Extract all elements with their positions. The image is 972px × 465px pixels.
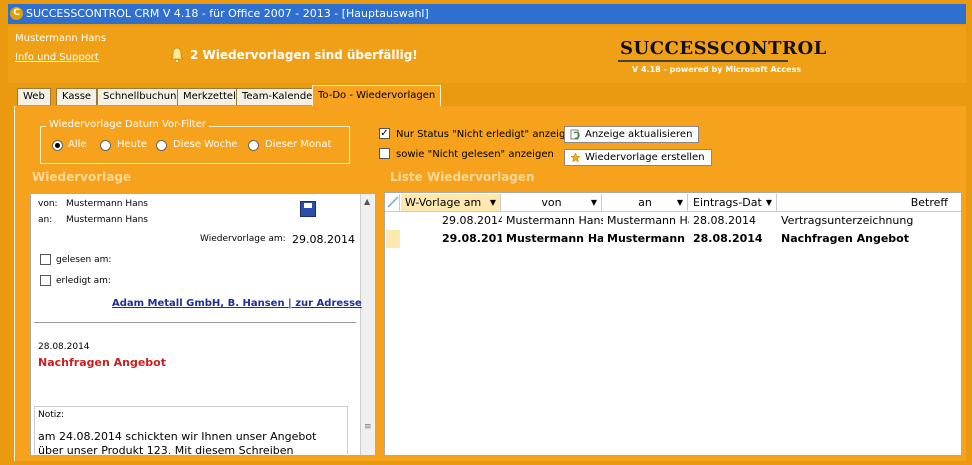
radio-diese-woche-label: Diese Woche (173, 139, 238, 150)
radio-diese-woche[interactable] (156, 140, 167, 151)
create-followup-button[interactable]: Wiedervorlage erstellen (564, 149, 712, 166)
radio-heute-label: Heute (117, 139, 148, 150)
row-from: Mustermann Hans (506, 232, 603, 245)
note-label: Notiz: (38, 410, 65, 420)
read-checkbox[interactable] (40, 254, 51, 265)
entry-date: 28.08.2014 (38, 342, 90, 352)
scroll-up-arrow[interactable]: ▲ (364, 197, 370, 206)
row-date: 29.08.2014 (442, 232, 502, 245)
col-an-label: an (638, 196, 652, 209)
unread-checkbox[interactable] (379, 148, 390, 159)
radio-dieser-monat-label: Dieser Monat (265, 139, 332, 150)
row-subject: Vertragsunterzeichnung (781, 214, 914, 227)
date-filter-legend: Wiedervorlage Datum Vor-Filter (46, 119, 209, 130)
followup-date-value: 29.08.2014 (292, 233, 355, 246)
window-title: SUCCESSCONTROL CRM V 4.18 - für Office 2… (26, 7, 429, 20)
app-icon: C (10, 7, 23, 20)
not-done-checkbox[interactable]: ✓ (379, 128, 390, 139)
tab-team-kalender[interactable]: Team-Kalender (236, 88, 323, 105)
to-label: an: (38, 215, 53, 225)
company-address-link[interactable]: Adam Metall GmbH, B. Hansen | zur Adress… (112, 298, 362, 309)
detail-divider (34, 322, 356, 323)
refresh-button-label: Anzeige aktualisieren (585, 129, 693, 140)
row-entry-date: 28.08.2014 (693, 214, 756, 227)
info-support-link[interactable]: Info und Support (15, 52, 99, 63)
table-row[interactable]: 29.08.2014 Mustermann Hans Mustermann Ha… (386, 212, 960, 230)
window-title-bar: SUCCESSCONTROL CRM V 4.18 - für Office 2… (8, 4, 966, 24)
col-eintrags-dat-label: Eintrags-Dat (693, 196, 762, 209)
radio-alle-label: Alle (68, 139, 87, 150)
tab-kasse[interactable]: Kasse (56, 88, 98, 105)
radio-alle[interactable] (52, 140, 63, 151)
tab-merkzettel[interactable]: Merkzettel (177, 88, 242, 105)
detail-scrollbar[interactable]: ▲ ≡ (360, 194, 375, 455)
from-label: von: (38, 199, 58, 209)
radio-heute[interactable] (100, 140, 111, 151)
tab-todo-wiedervorlagen[interactable]: To-Do - Wiedervorlagen (312, 85, 442, 106)
to-value: Mustermann Hans (66, 215, 148, 225)
col-eintrags-dat[interactable]: Eintrags-Dat ▼ (689, 194, 777, 211)
dropdown-arrow-icon: ▼ (765, 198, 772, 207)
row-from: Mustermann Hans (506, 214, 603, 227)
row-to: Mustermann Hans (607, 232, 689, 245)
version-label: V 4.18 - powered by Microsoft Access (632, 65, 802, 74)
bell-icon (170, 47, 184, 63)
tab-web[interactable]: Web (17, 88, 51, 105)
refresh-icon (570, 129, 580, 140)
dropdown-arrow-icon: ▼ (676, 198, 683, 207)
done-checkbox[interactable] (40, 275, 51, 286)
table-row[interactable]: 29.08.2014 Mustermann Hans Mustermann Ha… (386, 230, 960, 248)
detail-subject: Nachfragen Angebot (38, 356, 166, 369)
read-label: gelesen am: (56, 255, 112, 265)
successcontrol-logo: SUCCESSCONTROL (620, 38, 827, 59)
note-body-line-2: über unser Produkt 123. Mit diesem Schre… (38, 444, 294, 457)
not-done-label: Nur Status "Nicht erledigt" anzeigen (396, 129, 578, 140)
list-section-title: Liste Wiedervorlagen (390, 170, 535, 184)
col-an[interactable]: an ▼ (603, 194, 688, 211)
row-subject: Nachfragen Angebot (781, 232, 909, 245)
col-wvorlage-am-label: W-Vorlage am (405, 196, 482, 209)
row-selector-header[interactable] (386, 194, 400, 211)
dropdown-arrow-icon: ▼ (489, 198, 496, 207)
current-user: Mustermann Hans (15, 33, 107, 44)
detail-section-title: Wiedervorlage (32, 170, 132, 184)
from-value: Mustermann Hans (66, 199, 148, 209)
col-wvorlage-am[interactable]: W-Vorlage am ▼ (401, 194, 501, 211)
followup-date-label: Wiedervorlage am: (200, 234, 286, 244)
radio-dieser-monat[interactable] (248, 140, 259, 151)
tab-schnellbuchung[interactable]: Schnellbuchung (97, 88, 189, 105)
col-von[interactable]: von ▼ (502, 194, 602, 211)
overdue-notice[interactable]: 2 Wiedervorlagen sind überfällig! (190, 48, 418, 62)
unread-label: sowie "Nicht gelesen" anzeigen (396, 149, 554, 160)
note-body-line-1: am 24.08.2014 schickten wir Ihnen unser … (38, 430, 317, 443)
save-icon[interactable] (300, 201, 316, 217)
star-icon (570, 152, 581, 163)
col-betreff[interactable]: Betreff (778, 194, 960, 211)
logo-underline (618, 60, 788, 62)
col-betreff-label: Betreff (910, 196, 948, 209)
row-to: Mustermann Hans (607, 214, 689, 227)
col-von-label: von (541, 196, 562, 209)
select-all-icon (387, 196, 399, 208)
scroll-grip[interactable]: ≡ (364, 422, 372, 432)
row-entry-date: 28.08.2014 (693, 232, 763, 245)
create-followup-label: Wiedervorlage erstellen (585, 152, 705, 163)
done-label: erledigt am: (56, 276, 111, 286)
row-date: 29.08.2014 (442, 214, 502, 227)
dropdown-arrow-icon: ▼ (590, 198, 597, 207)
refresh-button[interactable]: Anzeige aktualisieren (564, 126, 700, 143)
